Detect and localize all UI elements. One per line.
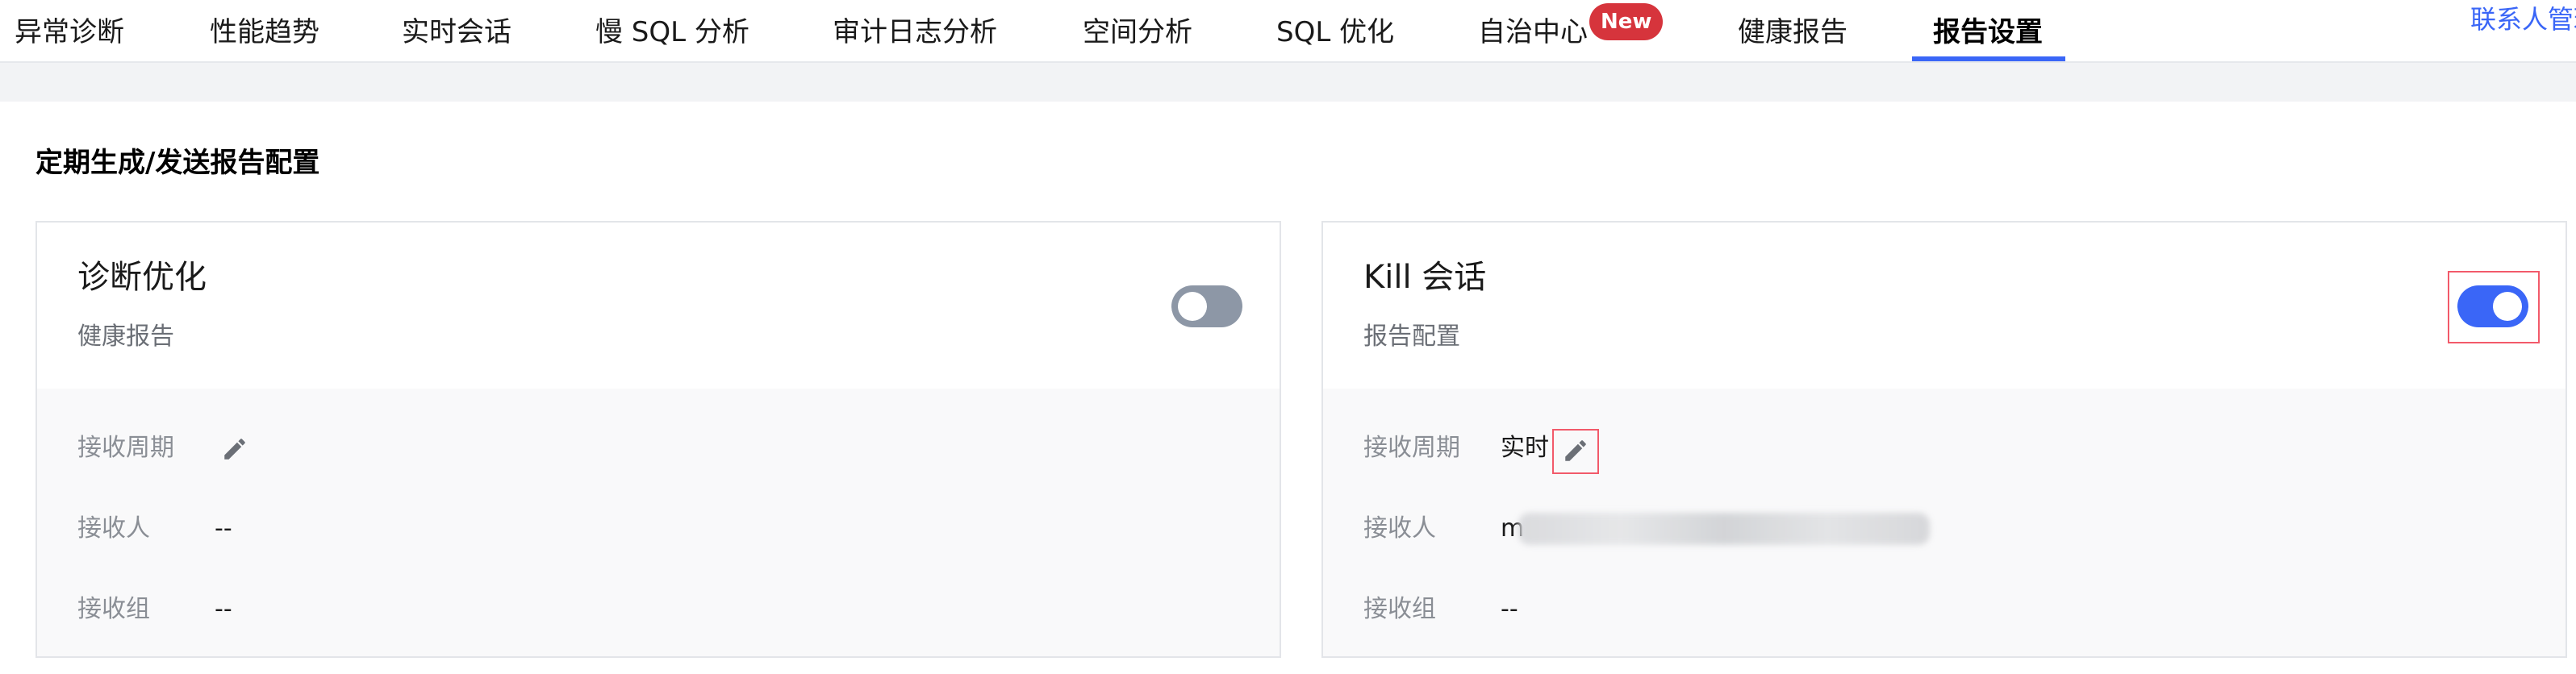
page-header-band xyxy=(0,63,2576,102)
card-body: 接收周期 接收人 -- 接收组 -- xyxy=(37,389,1280,656)
group-value: -- xyxy=(1501,595,1518,623)
group-label: 接收组 xyxy=(1363,595,1436,623)
active-tab-indicator xyxy=(1912,56,2065,61)
tab-audit-log[interactable]: 审计日志分析 xyxy=(833,5,997,60)
enable-toggle[interactable] xyxy=(2457,285,2528,327)
section-title: 定期生成/发送报告配置 xyxy=(35,147,320,179)
tab-slow-sql[interactable]: 慢 SQL 分析 xyxy=(595,5,749,60)
period-label: 接收周期 xyxy=(77,434,174,462)
recipient-label: 接收人 xyxy=(77,514,150,543)
contact-management-link[interactable]: 联系人管理 xyxy=(2470,2,2576,37)
card-title: 诊断优化 xyxy=(77,259,207,296)
tab-space-analysis[interactable]: 空间分析 xyxy=(1083,5,1192,60)
group-value: -- xyxy=(215,595,232,623)
redacted-email xyxy=(1518,513,1930,545)
tab-report-settings[interactable]: 报告设置 xyxy=(1933,5,2043,60)
card-header: 诊断优化 健康报告 xyxy=(37,223,1280,389)
tab-sql-optimize[interactable]: SQL 优化 xyxy=(1276,5,1394,60)
card-subtitle: 报告配置 xyxy=(1363,322,1460,351)
recipient-label: 接收人 xyxy=(1363,514,1436,543)
enable-toggle[interactable] xyxy=(1171,285,1242,327)
pencil-icon[interactable] xyxy=(1562,437,1589,464)
toggle-knob xyxy=(1178,292,1207,321)
pencil-icon[interactable] xyxy=(221,435,248,463)
recipient-value: -- xyxy=(215,514,232,543)
tab-performance-trend[interactable]: 性能趋势 xyxy=(210,5,319,60)
report-card-diagnosis: 诊断优化 健康报告 接收周期 接收人 -- 接收组 -- xyxy=(35,221,1281,658)
new-badge: New xyxy=(1589,3,1664,40)
report-card-kill-session: Kill 会话 报告配置 接收周期 实时 接收人 m 接收组 -- xyxy=(1321,221,2567,658)
tab-realtime-session[interactable]: 实时会话 xyxy=(402,5,511,60)
tab-health-report[interactable]: 健康报告 xyxy=(1738,5,1847,60)
card-body: 接收周期 实时 接收人 m 接收组 -- xyxy=(1323,389,2566,656)
toggle-knob xyxy=(2493,292,2522,321)
period-value: 实时 xyxy=(1501,434,1549,462)
tab-anomaly-diagnosis[interactable]: 异常诊断 xyxy=(15,5,124,60)
tab-autonomy-center[interactable]: 自治中心 xyxy=(1478,5,1588,60)
card-title: Kill 会话 xyxy=(1363,259,1487,296)
card-subtitle: 健康报告 xyxy=(77,322,174,351)
period-label: 接收周期 xyxy=(1363,434,1460,462)
card-header: Kill 会话 报告配置 xyxy=(1323,223,2566,389)
top-nav: 异常诊断 性能趋势 实时会话 慢 SQL 分析 审计日志分析 空间分析 SQL … xyxy=(0,0,2576,63)
group-label: 接收组 xyxy=(77,595,150,623)
